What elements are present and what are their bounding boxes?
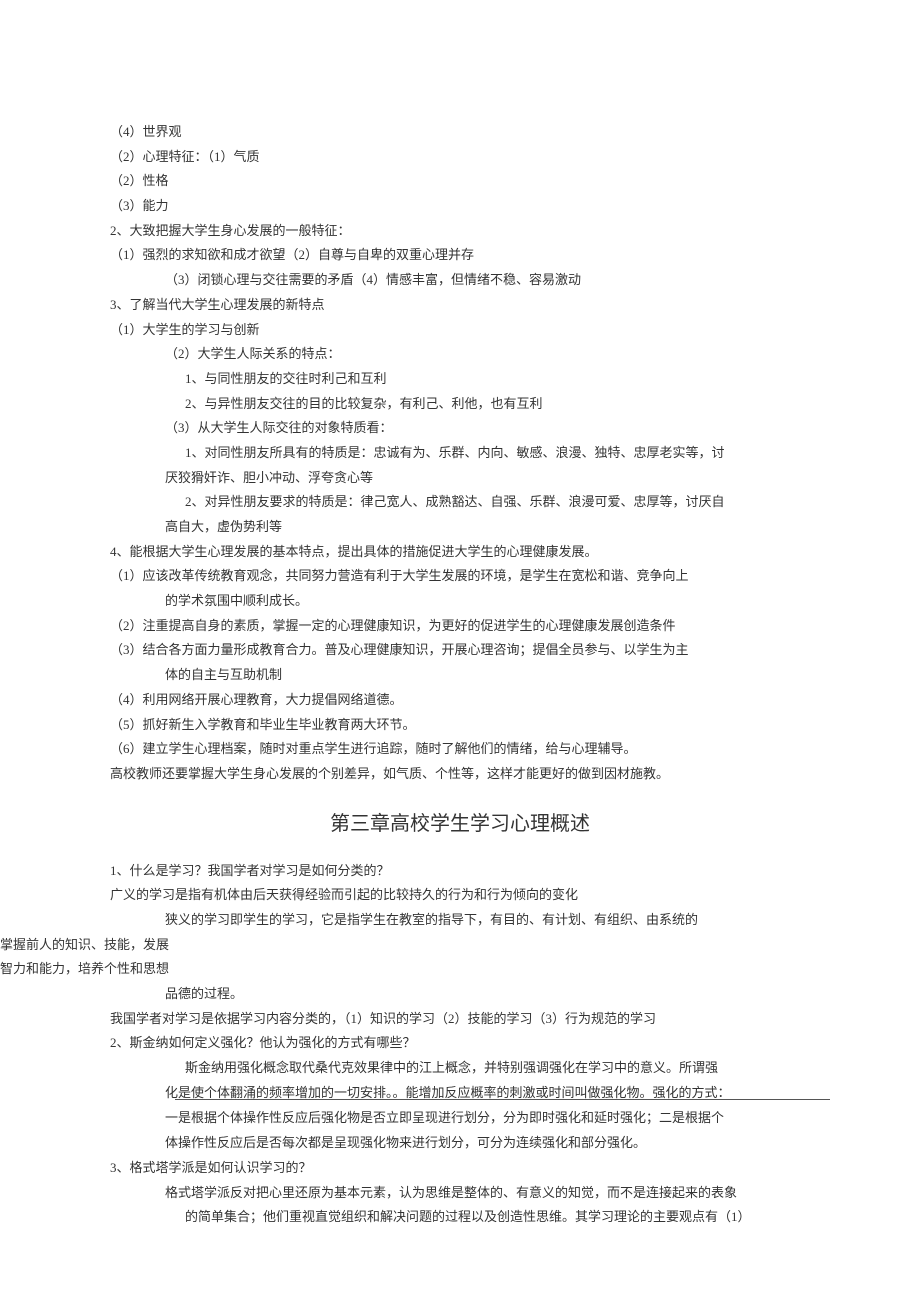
text-line: 我国学者对学习是依据学习内容分类的，（1）知识的学习（2）技能的学习（3）行为规… — [110, 1007, 810, 1032]
text-line: （3）结合各方面力量形成教育合力。普及心理健康知识，开展心理咨询；提倡全员参与、… — [110, 638, 810, 663]
text-line: 3、格式塔学派是如何认识学习的？ — [110, 1156, 810, 1181]
text-line: （2）注重提高自身的素质，掌握一定的心理健康知识，为更好的促进学生的心理健康发展… — [110, 614, 810, 639]
text-line: 体的自主与互助机制 — [110, 663, 810, 688]
text-line: （6）建立学生心理档案，随时对重点学生进行追踪，随时了解他们的情绪，给与心理辅导… — [110, 737, 810, 762]
text-line: （4）世界观 — [110, 120, 810, 145]
text-line: （2）性格 — [110, 169, 810, 194]
text-line: 狭义的学习即学生的学习，它是指学生在教室的指导下，有目的、有计划、有组织、由系统… — [110, 908, 810, 933]
text-line: 广义的学习是指有机体由后天获得经验而引起的比较持久的行为和行为倾向的变化 — [110, 883, 810, 908]
text-line: 1、什么是学习？我国学者对学习是如何分类的？ — [110, 859, 810, 884]
text-line: 的简单集合；他们重视直觉组织和解决问题的过程以及创造性思维。其学习理论的主要观点… — [110, 1205, 810, 1230]
text-line: 格式塔学派反对把心里还原为基本元素，认为思维是整体的、有意义的知觉，而不是连接起… — [110, 1181, 810, 1206]
text-line: 2、大致把握大学生身心发展的一般特征： — [110, 219, 810, 244]
text-line: 智力和能力，培养个性和思想 — [0, 957, 810, 982]
text-line: 体操作性反应后是否每次都是呈现强化物来进行划分，可分为连续强化和部分强化。 — [110, 1131, 810, 1156]
text-line: 2、斯金纳如何定义强化？他认为强化的方式有哪些？ — [110, 1031, 810, 1056]
text-line: 4、能根据大学生心理发展的基本特点，提出具体的措施促进大学生的心理健康发展。 — [110, 540, 810, 565]
text-line: （3）能力 — [110, 194, 810, 219]
text-line: 斯金纳用强化概念取代桑代克效果律中的江上概念，并特别强调强化在学习中的意义。所谓… — [110, 1056, 810, 1081]
text-line: （2）大学生人际关系的特点： — [110, 342, 810, 367]
text-line: （4）利用网络开展心理教育，大力提倡网络道德。 — [110, 688, 810, 713]
text-line: 2、对异性朋友要求的特质是：律己宽人、成熟豁达、自强、乐群、浪漫可爱、忠厚等，讨… — [110, 490, 810, 515]
text-line: （1）大学生的学习与创新 — [110, 318, 810, 343]
text-line: 1、对同性朋友所具有的特质是：忠诚有为、乐群、内向、敏感、浪漫、独特、忠厚老实等… — [110, 441, 810, 466]
text-line: （3）从大学生人际交往的对象特质看： — [110, 416, 810, 441]
text-line: 的学术氛围中顺利成长。 — [110, 589, 810, 614]
text-line: 1、与同性朋友的交往时利己和互利 — [110, 367, 810, 392]
text-line: （5）抓好新生入学教育和毕业生毕业教育两大环节。 — [110, 713, 810, 738]
text-line: （1）应该改革传统教育观念，共同努力营造有利于大学生发展的环境，是学生在宽松和谐… — [110, 564, 810, 589]
text-line: （1）强烈的求知欲和成才欲望（2）自尊与自卑的双重心理并存 — [110, 243, 810, 268]
text-line: 掌握前人的知识、技能，发展 — [0, 933, 810, 958]
text-line: （2）心理特征：（1）气质 — [110, 145, 810, 170]
text-line: 高自大，虚伪势利等 — [110, 515, 810, 540]
text-line: （3）闭锁心理与交往需要的矛盾（4）情感丰富，但情绪不稳、容易激动 — [110, 268, 810, 293]
text-line: 3、了解当代大学生心理发展的新特点 — [110, 293, 810, 318]
text-line: 2、与异性朋友交往的目的比较复杂，有利己、利他，也有互利 — [110, 392, 810, 417]
text-line: 高校教师还要掌握大学生身心发展的个别差异，如气质、个性等，这样才能更好的做到因材… — [110, 762, 810, 787]
text-line: 化是使个体翻涌的频率增加的一切安排。。能增加反应概率的刺激或时间叫做强化物。强化… — [110, 1081, 810, 1106]
text-line: 一是根据个体操作性反应后强化物是否立即呈现进行划分，分为即时强化和延时强化；二是… — [110, 1106, 810, 1131]
text-line: 品德的过程。 — [110, 982, 810, 1007]
chapter-heading: 第三章高校学生学习心理概述 — [110, 805, 810, 843]
text-line: 厌狡猾奸诈、胆小冲动、浮夸贪心等 — [110, 466, 810, 491]
